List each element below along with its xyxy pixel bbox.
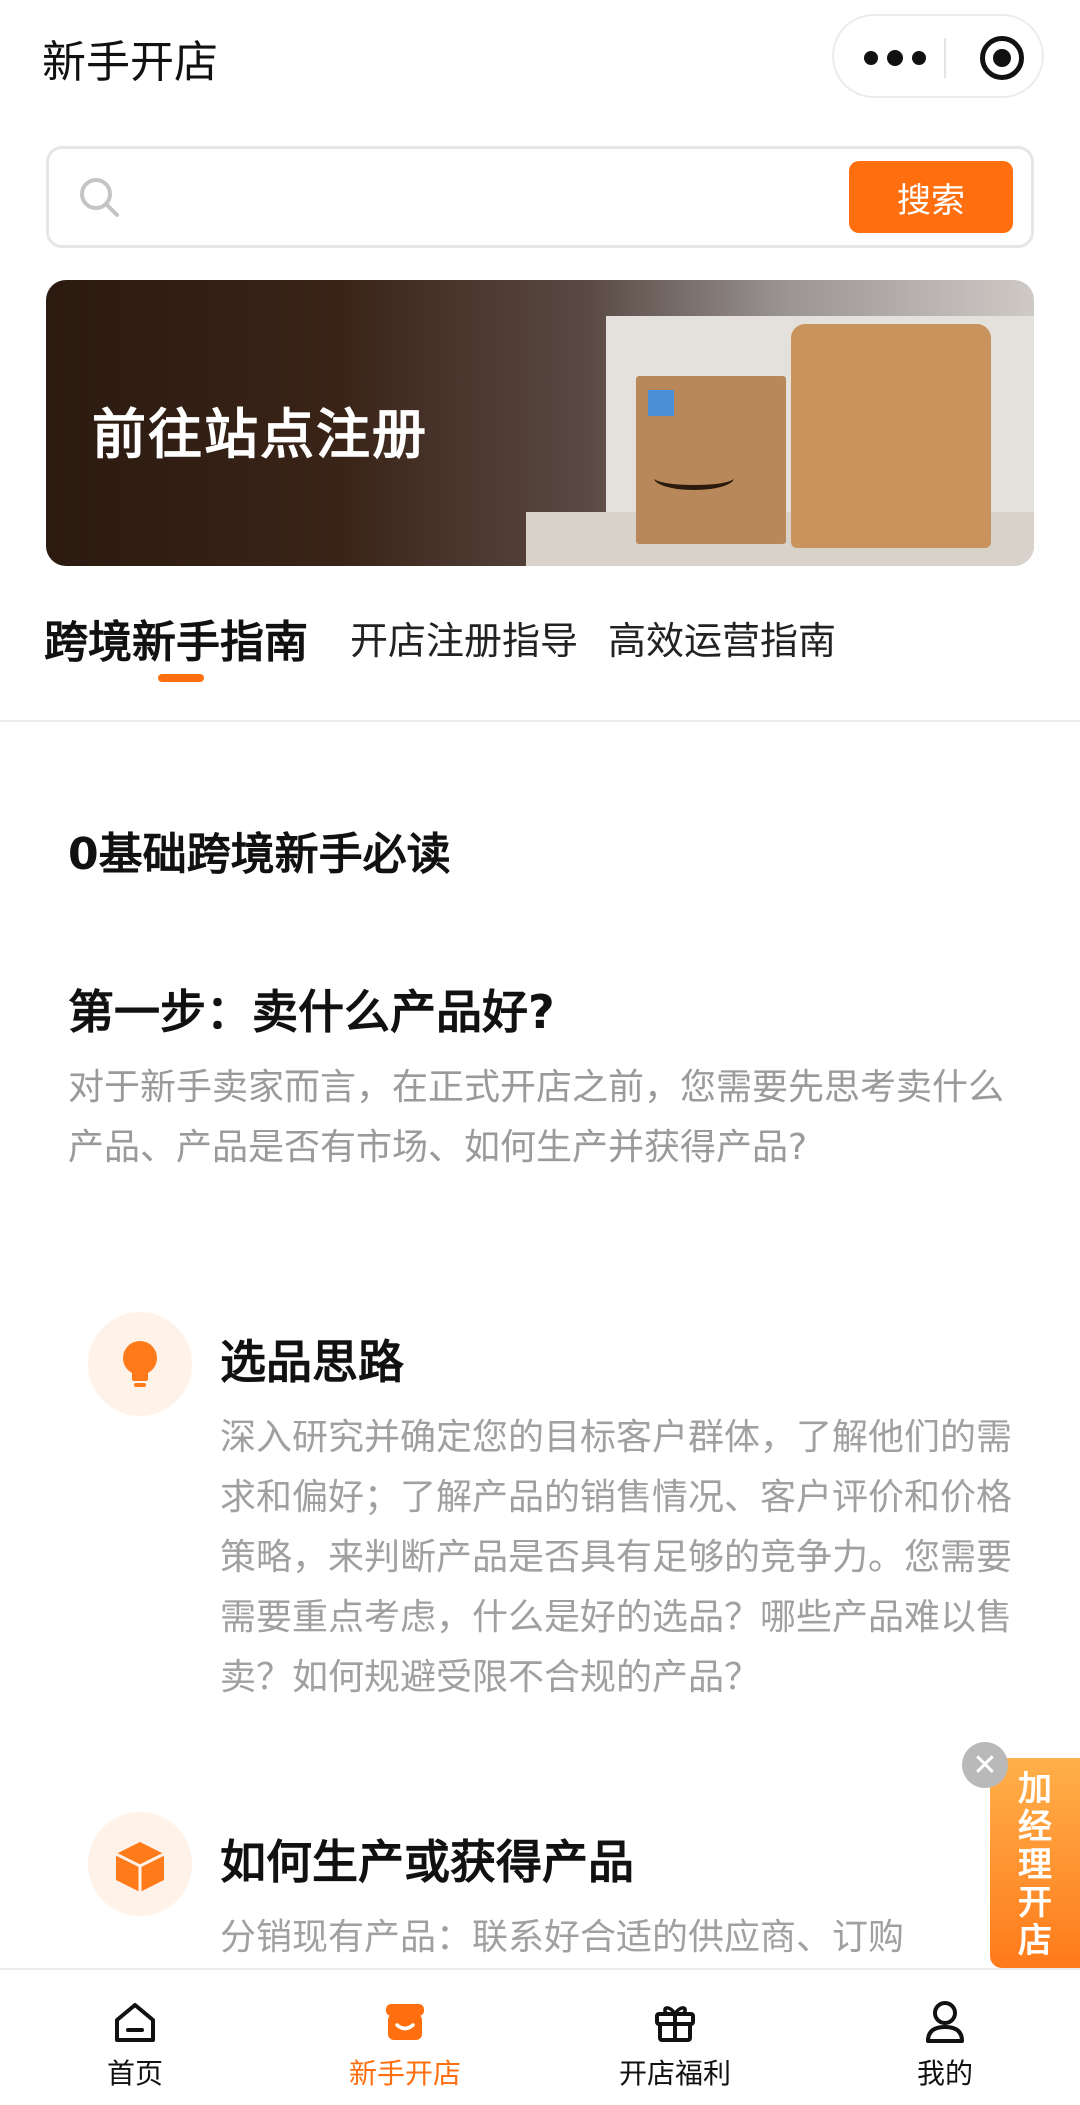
tab-operation-guide[interactable]: 高效运营指南	[608, 610, 836, 665]
item-title-selection: 选品思路	[220, 1335, 404, 1389]
guide-tabs: 跨境新手指南 开店注册指导 高效运营指南	[0, 600, 1080, 722]
search-icon	[80, 178, 119, 217]
guide-heading: 0基础跨境新手必读	[68, 829, 451, 880]
box-label	[648, 390, 674, 416]
nav-newbie-shop-label: 新手开店	[348, 2057, 461, 2090]
item-text-selection: 深入研究并确定您的目标客户群体，了解他们的需求和偏好；了解产品的销售情况、客户评…	[220, 1417, 1013, 1698]
item-text-production: 分销现有产品：联系好合适的供应商、订购	[220, 1917, 905, 1958]
step-description: 对于新手卖家而言，在正式开店之前，您需要先思考卖什么产品、产品是否有市场、如何生…	[68, 1067, 1005, 1168]
banner-label: 前往站点注册	[92, 403, 428, 466]
active-tab-indicator	[158, 674, 204, 682]
gift-icon	[655, 2006, 695, 2042]
more-options-icon[interactable]	[864, 48, 948, 68]
bottom-navigation: 首页 新手开店 开店福利 我的	[0, 1968, 1080, 2105]
nav-home[interactable]: 首页	[0, 1970, 270, 2105]
tab-newbie-guide[interactable]: 跨境新手指南	[44, 606, 308, 670]
nav-profile[interactable]: 我的	[810, 1970, 1080, 2105]
package-bag-image	[791, 324, 991, 548]
register-banner[interactable]: 前往站点注册	[46, 280, 1034, 566]
close-float-icon[interactable]: ✕	[962, 1742, 1008, 1788]
profile-icon	[926, 2001, 964, 2043]
miniprogram-capsule	[832, 14, 1044, 98]
package-icon	[88, 1812, 192, 1916]
nav-shop-benefits-label: 开店福利	[618, 2057, 731, 2090]
nav-shop-benefits[interactable]: 开店福利	[540, 1970, 810, 2105]
contact-manager-float[interactable]: 加经理开店	[990, 1758, 1080, 1968]
package-box-image	[636, 376, 786, 544]
shop-icon	[386, 2004, 424, 2040]
lightbulb-icon	[88, 1312, 192, 1416]
nav-home-label: 首页	[106, 2057, 163, 2090]
search-button[interactable]: 搜索	[849, 161, 1013, 233]
contact-manager-label: 加经理开店	[1018, 1769, 1052, 1961]
nav-newbie-shop[interactable]: 新手开店	[270, 1970, 540, 2105]
search-input[interactable]	[141, 173, 781, 223]
box-smile-logo	[654, 466, 734, 490]
page-title: 新手开店	[42, 37, 218, 88]
close-miniprogram-icon[interactable]	[980, 36, 1024, 80]
item-title-production: 如何生产或获得产品	[220, 1835, 634, 1889]
top-bar: 新手开店	[0, 0, 1080, 112]
nav-profile-label: 我的	[916, 2057, 973, 2090]
search-bar: 搜索	[46, 146, 1034, 248]
capsule-divider	[944, 38, 946, 78]
home-icon	[115, 2003, 155, 2042]
step-title: 第一步：卖什么产品好?	[68, 985, 555, 1039]
tab-registration-guide[interactable]: 开店注册指导	[350, 610, 578, 665]
